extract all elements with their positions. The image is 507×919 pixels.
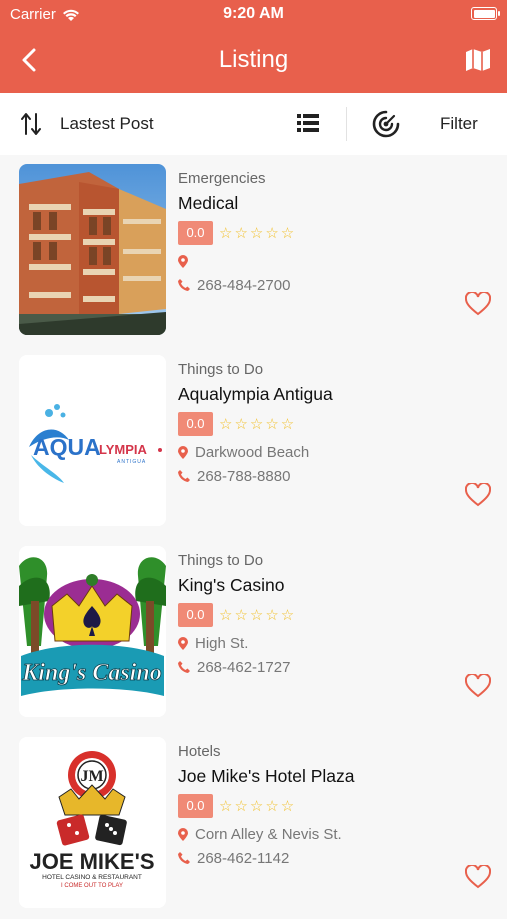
listing-name[interactable]: Medical: [178, 193, 296, 214]
listing-address: High St.: [178, 634, 296, 652]
logo-jm-monogram: JM: [80, 768, 103, 785]
navbar: Listing: [0, 38, 507, 84]
listing-phone[interactable]: 268-462-1727: [178, 658, 296, 676]
list-item[interactable]: King's Casino Things to Do King's Casino…: [0, 537, 507, 728]
location-pin-icon: [178, 636, 188, 650]
battery-icon: [471, 7, 500, 20]
favorite-heart-icon[interactable]: [465, 865, 491, 889]
phone-text: 268-462-1142: [197, 849, 290, 867]
listing-category: Hotels: [178, 743, 221, 760]
listing-category: Things to Do: [178, 552, 264, 569]
listing-list: Emergencies Medical 0.0 ☆☆☆☆☆ 268-484-27…: [0, 155, 507, 919]
radar-icon[interactable]: [372, 110, 400, 138]
rating-badge: 0.0: [178, 412, 213, 436]
listing-info: Things to Do King's Casino 0.0 ☆☆☆☆☆ Hig…: [178, 552, 296, 676]
listing-phone[interactable]: 268-788-8880: [178, 467, 333, 485]
list-item[interactable]: Emergencies Medical 0.0 ☆☆☆☆☆ 268-484-27…: [0, 155, 507, 346]
logo-kings-casino-text: King's Casino: [21, 660, 161, 686]
phone-icon: [178, 470, 190, 482]
favorite-heart-icon[interactable]: [465, 292, 491, 316]
address-text: High St.: [195, 634, 249, 652]
list-view-icon[interactable]: [297, 113, 319, 133]
list-item[interactable]: AQUA LYMPIA ANTIGUA Things to Do Aqualym…: [0, 346, 507, 537]
address-text: Corn Alley & Nevis St.: [195, 825, 342, 843]
logo-antigua-text: ANTIGUA: [117, 459, 146, 465]
rating-row: 0.0 ☆☆☆☆☆: [178, 412, 333, 436]
address-text: Darkwood Beach: [195, 443, 310, 461]
filter-button[interactable]: Filter: [440, 114, 478, 134]
listing-photo: [19, 164, 166, 335]
listing-name[interactable]: Aqualympia Antigua: [178, 384, 333, 405]
favorite-heart-icon[interactable]: [465, 483, 491, 507]
logo-joe-mikes-tagline: I COME OUT TO PLAY: [61, 883, 123, 889]
listing-category: Emergencies: [178, 170, 266, 187]
rating-row: 0.0 ☆☆☆☆☆: [178, 603, 296, 627]
phone-text: 268-788-8880: [197, 467, 291, 485]
listing-info: Things to Do Aqualympia Antigua 0.0 ☆☆☆☆…: [178, 361, 333, 485]
list-item[interactable]: JM JOE MIKE'S HOTEL CASINO & RESTAURANT …: [0, 728, 507, 919]
listing-info: Hotels Joe Mike's Hotel Plaza 0.0 ☆☆☆☆☆ …: [178, 743, 354, 867]
star-rating: ☆☆☆☆☆: [219, 416, 297, 433]
listing-phone[interactable]: 268-462-1142: [178, 849, 354, 867]
sort-button[interactable]: Lastest Post: [60, 114, 154, 134]
listing-logo-aqualympia: AQUA LYMPIA ANTIGUA: [19, 355, 166, 526]
map-icon[interactable]: [465, 48, 491, 72]
listing-phone[interactable]: 268-484-2700: [178, 276, 296, 294]
clock: 9:20 AM: [223, 5, 284, 22]
logo-joe-mikes-subtitle: HOTEL CASINO & RESTAURANT: [42, 874, 142, 881]
location-pin-icon: [178, 445, 188, 459]
logo-lympia-text: LYMPIA: [99, 442, 148, 457]
phone-icon: [178, 852, 190, 864]
phone-text: 268-462-1727: [197, 658, 291, 676]
listing-name[interactable]: King's Casino: [178, 575, 296, 596]
status-bar: Carrier 9:20 AM: [0, 0, 507, 28]
listing-logo-joe-mikes: JM JOE MIKE'S HOTEL CASINO & RESTAURANT …: [19, 737, 166, 908]
favorite-heart-icon[interactable]: [465, 674, 491, 698]
listing-address: Darkwood Beach: [178, 443, 333, 461]
listing-name[interactable]: Joe Mike's Hotel Plaza: [178, 766, 354, 787]
listing-category: Things to Do: [178, 361, 264, 378]
listing-logo-kings-casino: King's Casino: [19, 546, 166, 717]
rating-row: 0.0 ☆☆☆☆☆: [178, 794, 354, 818]
phone-text: 268-484-2700: [197, 276, 291, 294]
header: Carrier 9:20 AM Listing: [0, 0, 507, 93]
rating-badge: 0.0: [178, 221, 213, 245]
listing-address: [178, 253, 296, 269]
location-pin-icon: [178, 827, 188, 841]
listing-info: Emergencies Medical 0.0 ☆☆☆☆☆ 268-484-27…: [178, 170, 296, 294]
page-title: Listing: [218, 46, 289, 73]
rating-badge: 0.0: [178, 794, 213, 818]
phone-icon: [178, 279, 190, 291]
rating-row: 0.0 ☆☆☆☆☆: [178, 221, 296, 245]
toolbar-divider: [346, 107, 347, 141]
toolbar: Lastest Post Filter: [0, 93, 507, 155]
rating-badge: 0.0: [178, 603, 213, 627]
phone-icon: [178, 661, 190, 673]
logo-joe-mikes-text: JOE MIKE'S: [29, 849, 154, 874]
star-rating: ☆☆☆☆☆: [219, 798, 297, 815]
star-rating: ☆☆☆☆☆: [219, 607, 297, 624]
location-pin-icon: [178, 254, 188, 268]
star-rating: ☆☆☆☆☆: [219, 225, 297, 242]
listing-address: Corn Alley & Nevis St.: [178, 825, 354, 843]
logo-aqua-text: AQUA: [33, 434, 101, 460]
sort-icon[interactable]: [20, 112, 42, 136]
